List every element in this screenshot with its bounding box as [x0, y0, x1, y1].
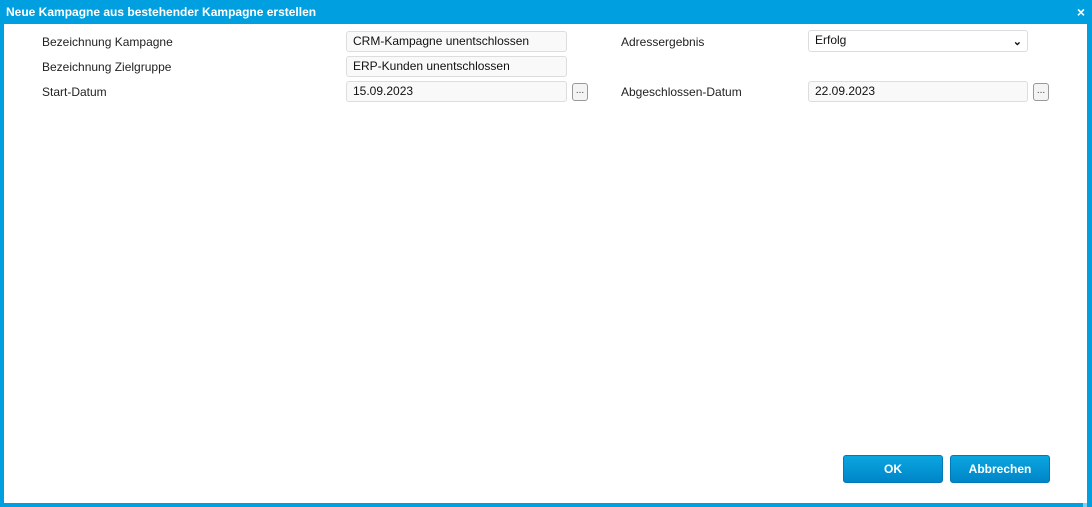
- campaign-name-label: Bezeichnung Kampagne: [42, 35, 173, 49]
- address-result-label: Adressergebnis: [621, 35, 705, 49]
- close-icon[interactable]: ×: [1077, 4, 1085, 20]
- dialog-title: Neue Kampagne aus bestehender Kampagne e…: [6, 5, 317, 19]
- address-result-value: Erfolg: [815, 33, 847, 47]
- end-date-picker-button[interactable]: ...: [1033, 83, 1049, 101]
- resize-handle[interactable]: [1083, 503, 1087, 507]
- campaign-name-input[interactable]: CRM-Kampagne unentschlossen: [346, 31, 567, 52]
- start-date-picker-button[interactable]: ...: [572, 83, 588, 101]
- dialog-body: Bezeichnung Kampagne CRM-Kampagne unents…: [4, 24, 1087, 507]
- chevron-down-icon: ⌄: [1012, 36, 1022, 48]
- start-date-label: Start-Datum: [42, 85, 107, 99]
- target-group-label: Bezeichnung Zielgruppe: [42, 60, 172, 74]
- start-date-input[interactable]: 15.09.2023: [346, 81, 567, 102]
- end-date-input[interactable]: 22.09.2023: [808, 81, 1028, 102]
- ok-button[interactable]: OK: [843, 455, 943, 483]
- cancel-button[interactable]: Abbrechen: [950, 455, 1050, 483]
- end-date-label: Abgeschlossen-Datum: [621, 85, 742, 99]
- target-group-input[interactable]: ERP-Kunden unentschlossen: [346, 56, 567, 77]
- address-result-select[interactable]: Erfolg ⌄: [808, 30, 1028, 52]
